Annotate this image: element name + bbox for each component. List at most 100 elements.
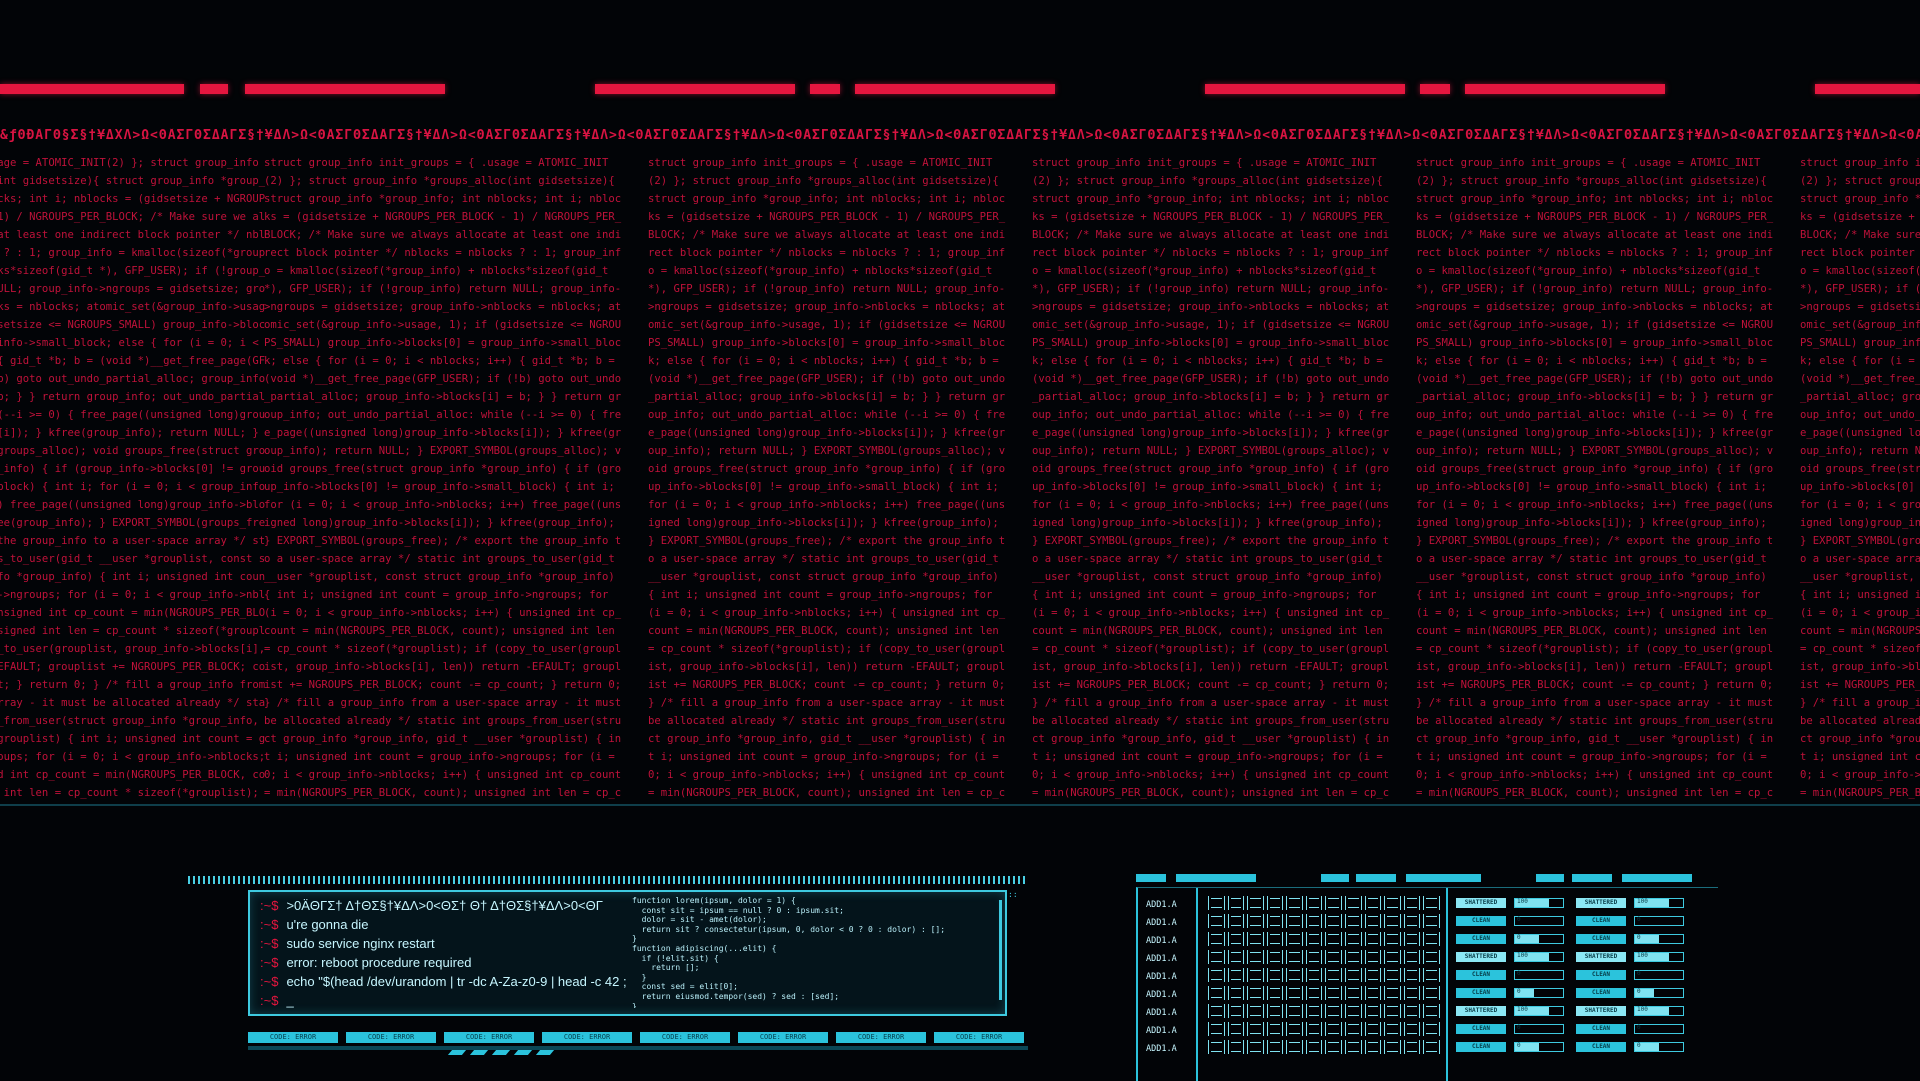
memory-cell[interactable]	[1208, 968, 1225, 982]
memory-cell[interactable]	[1305, 932, 1323, 946]
memory-cell[interactable]	[1364, 1004, 1382, 1018]
error-code-button[interactable]: CODE: ERROR	[738, 1032, 828, 1043]
memory-cell[interactable]	[1384, 896, 1401, 910]
memory-cell[interactable]	[1247, 968, 1264, 982]
memory-cell[interactable]	[1208, 896, 1225, 910]
memory-cell[interactable]	[1403, 968, 1421, 982]
memory-cell[interactable]	[1325, 914, 1343, 928]
memory-cell[interactable]	[1345, 1022, 1362, 1036]
memory-cell[interactable]	[1345, 896, 1362, 910]
memory-cell[interactable]	[1247, 932, 1264, 946]
memory-cell[interactable]	[1266, 968, 1284, 982]
memory-cell[interactable]	[1305, 968, 1323, 982]
memory-cell[interactable]	[1208, 1022, 1225, 1036]
memory-cell[interactable]	[1384, 1022, 1401, 1036]
memory-cell[interactable]	[1403, 1022, 1421, 1036]
memory-cell[interactable]	[1266, 986, 1284, 1000]
memory-cell[interactable]	[1305, 1022, 1323, 1036]
memory-cell[interactable]	[1345, 950, 1362, 964]
memory-cell[interactable]	[1325, 968, 1343, 982]
memory-cell[interactable]	[1286, 1004, 1303, 1018]
memory-cell[interactable]	[1227, 914, 1245, 928]
memory-cell[interactable]	[1345, 1004, 1362, 1018]
memory-cell[interactable]	[1403, 914, 1421, 928]
memory-cell[interactable]	[1364, 986, 1382, 1000]
memory-cell[interactable]	[1305, 914, 1323, 928]
memory-cell[interactable]	[1266, 1040, 1284, 1054]
memory-cell[interactable]	[1423, 986, 1440, 1000]
terminal-window[interactable]: :~$ >0ÄΘΓΣ† Δ†ΘΣ§†¥ΔΛ>0<ΘΣ† Θ† Δ†ΘΣ§†¥ΔΛ>…	[248, 890, 1007, 1016]
memory-cell[interactable]	[1403, 986, 1421, 1000]
memory-cell[interactable]	[1286, 932, 1303, 946]
memory-cell[interactable]	[1423, 932, 1440, 946]
memory-cell[interactable]	[1384, 968, 1401, 982]
memory-cell[interactable]	[1208, 986, 1225, 1000]
memory-cell[interactable]	[1403, 896, 1421, 910]
memory-cell[interactable]	[1364, 950, 1382, 964]
memory-cell[interactable]	[1384, 914, 1401, 928]
memory-cell[interactable]	[1364, 896, 1382, 910]
memory-cell[interactable]	[1325, 896, 1343, 910]
memory-cell[interactable]	[1423, 950, 1440, 964]
memory-cell[interactable]	[1364, 968, 1382, 982]
memory-cell[interactable]	[1247, 914, 1264, 928]
error-code-button[interactable]: CODE: ERROR	[346, 1032, 436, 1043]
memory-cell[interactable]	[1325, 950, 1343, 964]
memory-cell[interactable]	[1227, 932, 1245, 946]
memory-cell[interactable]	[1423, 968, 1440, 982]
memory-cell[interactable]	[1208, 932, 1225, 946]
error-code-button[interactable]: CODE: ERROR	[542, 1032, 632, 1043]
memory-cell[interactable]	[1345, 968, 1362, 982]
memory-cell[interactable]	[1266, 1022, 1284, 1036]
memory-cell[interactable]	[1286, 986, 1303, 1000]
memory-cell[interactable]	[1286, 1022, 1303, 1036]
memory-cell[interactable]	[1325, 1040, 1343, 1054]
memory-cell[interactable]	[1227, 986, 1245, 1000]
memory-cell[interactable]	[1384, 1040, 1401, 1054]
memory-cell[interactable]	[1423, 914, 1440, 928]
error-code-button[interactable]: CODE: ERROR	[444, 1032, 534, 1043]
memory-cell[interactable]	[1247, 1040, 1264, 1054]
memory-cell[interactable]	[1227, 1040, 1245, 1054]
memory-cell[interactable]	[1305, 1004, 1323, 1018]
memory-cell[interactable]	[1227, 1022, 1245, 1036]
memory-cell[interactable]	[1266, 950, 1284, 964]
memory-cell[interactable]	[1345, 1040, 1362, 1054]
memory-cell[interactable]	[1286, 914, 1303, 928]
memory-cell[interactable]	[1266, 914, 1284, 928]
memory-cell[interactable]	[1364, 1022, 1382, 1036]
error-code-button[interactable]: CODE: ERROR	[836, 1032, 926, 1043]
memory-cell[interactable]	[1286, 968, 1303, 982]
terminal-scrollbar[interactable]	[999, 900, 1002, 1000]
memory-cell[interactable]	[1247, 1022, 1264, 1036]
memory-cell[interactable]	[1305, 950, 1323, 964]
error-code-button[interactable]: CODE: ERROR	[934, 1032, 1024, 1043]
memory-cell[interactable]	[1305, 986, 1323, 1000]
error-code-button[interactable]: CODE: ERROR	[248, 1032, 338, 1043]
memory-cell[interactable]	[1208, 1004, 1225, 1018]
memory-cell[interactable]	[1247, 896, 1264, 910]
memory-cell[interactable]	[1286, 896, 1303, 910]
memory-cell[interactable]	[1305, 1040, 1323, 1054]
memory-cell[interactable]	[1286, 1040, 1303, 1054]
memory-cell[interactable]	[1227, 968, 1245, 982]
memory-cell[interactable]	[1325, 986, 1343, 1000]
memory-cell[interactable]	[1345, 986, 1362, 1000]
memory-cell[interactable]	[1384, 1004, 1401, 1018]
memory-cell[interactable]	[1247, 950, 1264, 964]
memory-cell[interactable]	[1345, 932, 1362, 946]
memory-cell[interactable]	[1403, 932, 1421, 946]
memory-cell[interactable]	[1345, 914, 1362, 928]
memory-cell[interactable]	[1384, 986, 1401, 1000]
memory-cell[interactable]	[1384, 932, 1401, 946]
memory-cell[interactable]	[1423, 1040, 1440, 1054]
memory-cell[interactable]	[1227, 896, 1245, 910]
memory-cell[interactable]	[1325, 1004, 1343, 1018]
memory-cell[interactable]	[1208, 950, 1225, 964]
memory-cell[interactable]	[1423, 1004, 1440, 1018]
memory-cell[interactable]	[1403, 1004, 1421, 1018]
memory-cell[interactable]	[1364, 914, 1382, 928]
memory-cell[interactable]	[1266, 1004, 1284, 1018]
memory-cell[interactable]	[1403, 1040, 1421, 1054]
memory-cell[interactable]	[1227, 950, 1245, 964]
